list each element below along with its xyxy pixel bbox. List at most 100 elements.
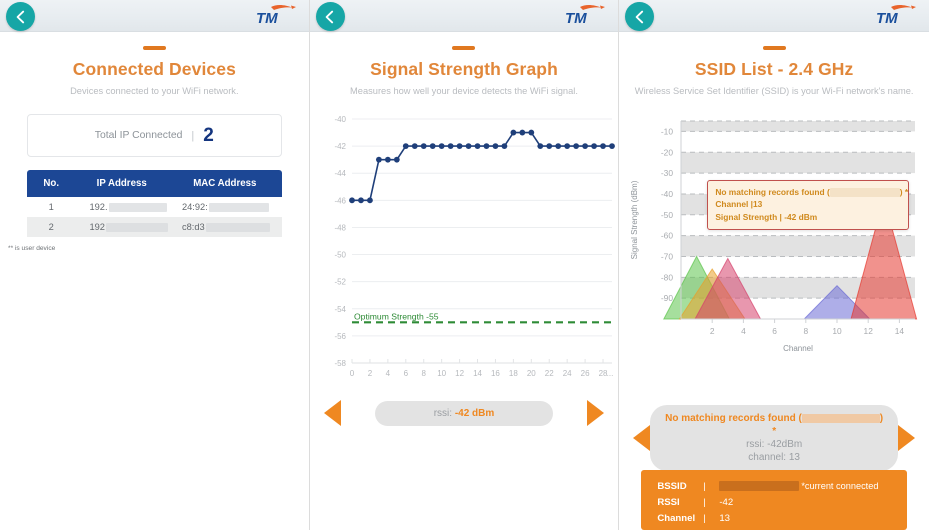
cell-mac: c8:d3 (168, 217, 282, 237)
svg-text:TM: TM (256, 10, 278, 27)
chevron-left-icon (635, 10, 643, 23)
tooltip-ssid-suffix: ) * (899, 187, 909, 197)
page-title-1: Connected Devices (72, 59, 236, 79)
page-title-2: Signal Strength Graph (370, 59, 558, 79)
redacted-bssid-value (719, 481, 800, 491)
ssid-nav-row: No matching records found () * rssi: -42… (619, 405, 929, 471)
cell-no: 2 (48, 222, 54, 232)
info-bar-rssi: | (703, 496, 706, 508)
svg-text:-50: -50 (334, 251, 346, 260)
svg-text:-90: -90 (661, 293, 673, 303)
pill-rssi: rssi: -42dBm (746, 439, 803, 450)
info-value-channel: 13 (719, 512, 730, 524)
info-row-rssi: RSSI | -42 (657, 494, 891, 510)
svg-text:2: 2 (367, 369, 372, 378)
back-button[interactable] (625, 2, 655, 31)
panel-ssid-list: TM SSID List - 2.4 GHz Wireless Service … (619, 0, 929, 530)
cell-ip-wrap: 192 (75, 222, 168, 232)
tm-logo: TM (876, 4, 916, 27)
back-button[interactable] (6, 2, 35, 31)
info-value-rssi: -42 (719, 496, 734, 508)
top-bar-3: TM (619, 0, 929, 32)
total-ip-separator: | (191, 129, 195, 142)
info-bar-bssid: | (703, 480, 706, 492)
svg-text:26: 26 (580, 369, 589, 378)
signal-nav-row: rssi: -42 dBm (310, 400, 619, 426)
cell-ip-text: 192 (89, 222, 105, 232)
svg-text:2: 2 (710, 326, 715, 336)
svg-text:12: 12 (455, 369, 464, 378)
svg-text:-80: -80 (661, 272, 673, 282)
info-bar-channel: | (703, 512, 706, 524)
ssid-readout-pill: No matching records found () * rssi: -42… (650, 405, 898, 471)
cell-mac-wrap: c8:d3 (168, 222, 282, 232)
chart-tooltip: No matching records found () * Channel |… (707, 180, 910, 231)
page-subtitle-3: Wireless Service Set Identifier (SSID) i… (634, 86, 914, 96)
svg-text:-40: -40 (661, 189, 673, 199)
svg-text:-42: -42 (334, 142, 346, 151)
info-key-rssi: RSSI (657, 496, 680, 508)
svg-text:-40: -40 (334, 115, 346, 124)
svg-text:6: 6 (403, 369, 408, 378)
back-button[interactable] (315, 2, 345, 31)
next-arrow-button[interactable] (897, 425, 915, 451)
svg-text:10: 10 (437, 369, 446, 378)
cell-mac: 24:92: (168, 197, 282, 217)
svg-text:4: 4 (385, 369, 390, 378)
table-header-row: No. IP Address MAC Address (27, 170, 282, 197)
rssi-readout-pill: rssi: -42 dBm (374, 400, 553, 426)
redacted-ssid-tooltip (829, 188, 900, 198)
prev-arrow-button[interactable] (633, 425, 651, 451)
top-bar-1: TM (0, 0, 309, 32)
info-note-bssid: *current connected (801, 481, 879, 491)
svg-text:TM: TM (876, 10, 898, 27)
cell-ip-text: 192. (89, 202, 108, 212)
redacted-mac-1 (208, 202, 269, 212)
info-row-bssid: BSSID | *current connected (657, 478, 891, 494)
pill-ssid-prefix: No matching records found ( (665, 413, 802, 424)
svg-text:14: 14 (473, 369, 482, 378)
svg-text:-58: -58 (334, 359, 346, 368)
rssi-value: -42 dBm (454, 407, 495, 419)
ssid-channel-chart[interactable]: -10 -20 -30 -40 -50 -60 -70 -80 -90 Signal Streng… (619, 111, 929, 361)
tm-logo: TM (565, 4, 606, 27)
column-header-no: No. (27, 170, 76, 197)
cell-mac-text: c8:d3 (181, 222, 205, 232)
svg-text:4: 4 (741, 326, 746, 336)
total-ip-value: 2 (203, 125, 214, 146)
table-header: No. IP Address MAC Address (27, 170, 282, 197)
svg-text:10: 10 (833, 326, 843, 336)
prev-arrow-button[interactable] (323, 400, 341, 426)
title-dash-1 (142, 46, 166, 50)
page-subtitle-2: Measures how well your device detects th… (350, 86, 578, 96)
redacted-mac-2 (205, 222, 270, 232)
svg-text:Channel: Channel (783, 344, 813, 353)
cell-ip-wrap: 192. (75, 202, 168, 212)
page-title-3: SSID List - 2.4 GHz (694, 59, 854, 79)
svg-text:Signal Strength (dBm): Signal Strength (dBm) (630, 180, 639, 259)
next-arrow-button[interactable] (587, 400, 605, 426)
svg-text:-52: -52 (334, 278, 346, 287)
svg-text:8: 8 (421, 369, 426, 378)
svg-text:-20: -20 (661, 147, 673, 157)
svg-text:14: 14 (895, 326, 905, 336)
pill-line-1: No matching records found () * (664, 412, 884, 438)
info-key-bssid: BSSID (657, 480, 687, 492)
title-dash-2 (452, 46, 476, 50)
table-row[interactable]: 2 192 c8:d3 (27, 217, 282, 237)
tooltip-signal: Signal Strength | -42 dBm (715, 211, 818, 222)
chevron-left-icon (325, 10, 334, 23)
title-dash-3 (762, 46, 786, 50)
svg-text:22: 22 (544, 369, 553, 378)
svg-text:-60: -60 (661, 231, 673, 241)
three-panel-screenshot: TM Connected Devices Devices connected t… (0, 0, 929, 530)
table-row[interactable]: 1 192. 24:92: (27, 197, 282, 217)
rssi-line-chart[interactable]: -40 -42 -44 -46 -48 -50 -52 -54 -56 -58 0 2 4 6 8 10 12 1… (310, 105, 619, 385)
redacted-ssid-pill (801, 413, 880, 423)
panel-connected-devices: TM Connected Devices Devices connected t… (0, 0, 310, 530)
svg-text:6: 6 (773, 326, 778, 336)
svg-text:-50: -50 (661, 210, 673, 220)
page-subtitle-1: Devices connected to your WiFi network. (70, 86, 239, 96)
svg-text:...: ... (606, 369, 613, 378)
column-header-mac: MAC Address (167, 170, 282, 197)
